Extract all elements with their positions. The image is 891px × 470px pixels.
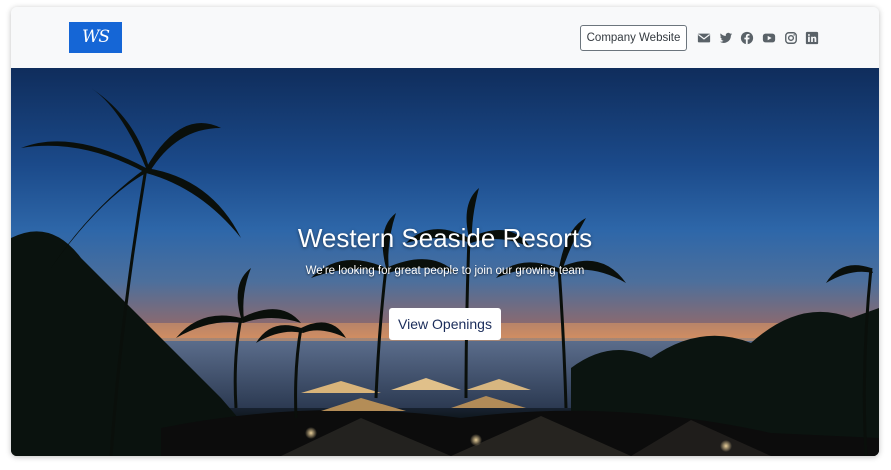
view-openings-button[interactable]: View Openings [389, 308, 501, 340]
hero-banner: Western Seaside Resorts We're looking fo… [11, 68, 879, 456]
navbar: WS Company Website [11, 7, 879, 69]
facebook-icon[interactable] [740, 31, 754, 45]
hero-subtitle: We're looking for great people to join o… [305, 265, 585, 277]
company-logo[interactable]: WS [69, 22, 122, 53]
linkedin-icon[interactable] [805, 31, 819, 45]
twitter-icon[interactable] [719, 31, 733, 45]
envelope-icon[interactable] [697, 31, 711, 45]
company-website-button[interactable]: Company Website [580, 25, 687, 51]
resort-background-image [11, 88, 879, 456]
youtube-icon[interactable] [762, 31, 776, 45]
hero-title: Western Seaside Resorts [297, 223, 593, 253]
browser-frame: WS Company Website Western Seaside Resor… [11, 7, 879, 456]
instagram-icon[interactable] [784, 31, 798, 45]
